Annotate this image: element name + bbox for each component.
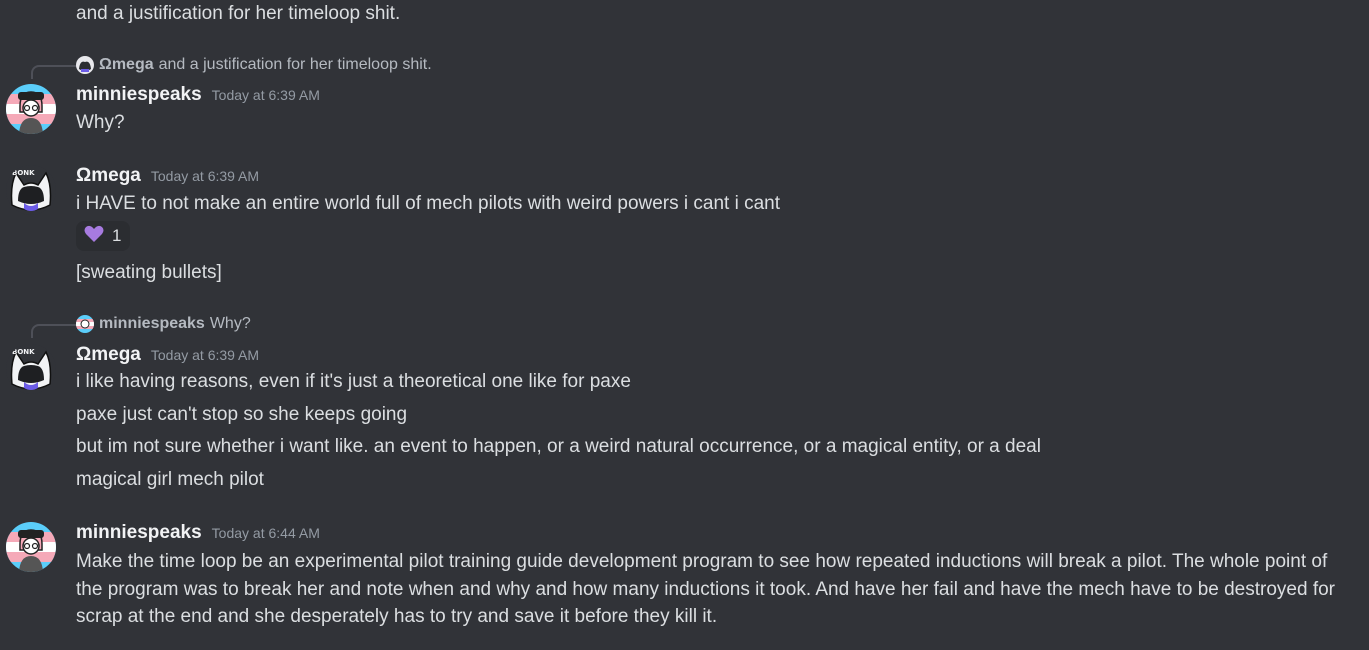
omega-avatar[interactable]: BONK [6,344,56,394]
message-text: magical girl mech pilot [76,469,264,490]
reply-preview[interactable]: minniespeaks Why? [76,315,251,333]
minniespeaks-avatar[interactable] [6,522,56,572]
message-text: [sweating bullets] [76,262,222,283]
reply-spine [31,324,78,338]
purple-heart-icon [84,225,104,248]
timestamp[interactable]: Today at 6:44 AM [212,525,320,541]
author-name[interactable]: minniespeaks [76,84,202,106]
message-text: Make the time loop be an experimental pi… [76,551,1336,627]
reply-text: and a justification for her timeloop shi… [158,56,432,73]
reply-author[interactable]: Ωmega [99,56,154,74]
reply-text: Why? [209,315,251,332]
message-text: but im not sure whether i want like. an … [76,436,1041,457]
message-text: i like having reasons, even if it's just… [76,371,631,392]
author-name[interactable]: Ωmega [76,165,141,187]
timestamp[interactable]: Today at 6:39 AM [212,87,320,103]
timestamp[interactable]: Today at 6:39 AM [151,168,259,184]
svg-text:BONK: BONK [12,348,35,356]
svg-text:BONK: BONK [12,169,35,177]
reply-spine [31,65,78,79]
timestamp[interactable]: Today at 6:39 AM [151,347,259,363]
minniespeaks-avatar[interactable] [6,84,56,134]
reply-author[interactable]: minniespeaks [99,315,205,333]
omega-avatar[interactable]: BONK [6,165,56,215]
minniespeaks-mini-avatar [76,315,94,333]
reaction-count: 1 [112,226,122,245]
message-text: and a justification for her timeloop shi… [76,3,401,24]
reply-preview[interactable]: Ωmega and a justification for her timelo… [76,56,432,74]
omega-mini-avatar [76,56,94,74]
author-name[interactable]: Ωmega [76,344,141,366]
reaction-button[interactable]: 1 [76,221,131,251]
message-text: Why? [76,112,125,133]
message-text: paxe just can't stop so she keeps going [76,404,408,425]
author-name[interactable]: minniespeaks [76,522,202,544]
message-text: i HAVE to not make an entire world full … [76,193,781,214]
